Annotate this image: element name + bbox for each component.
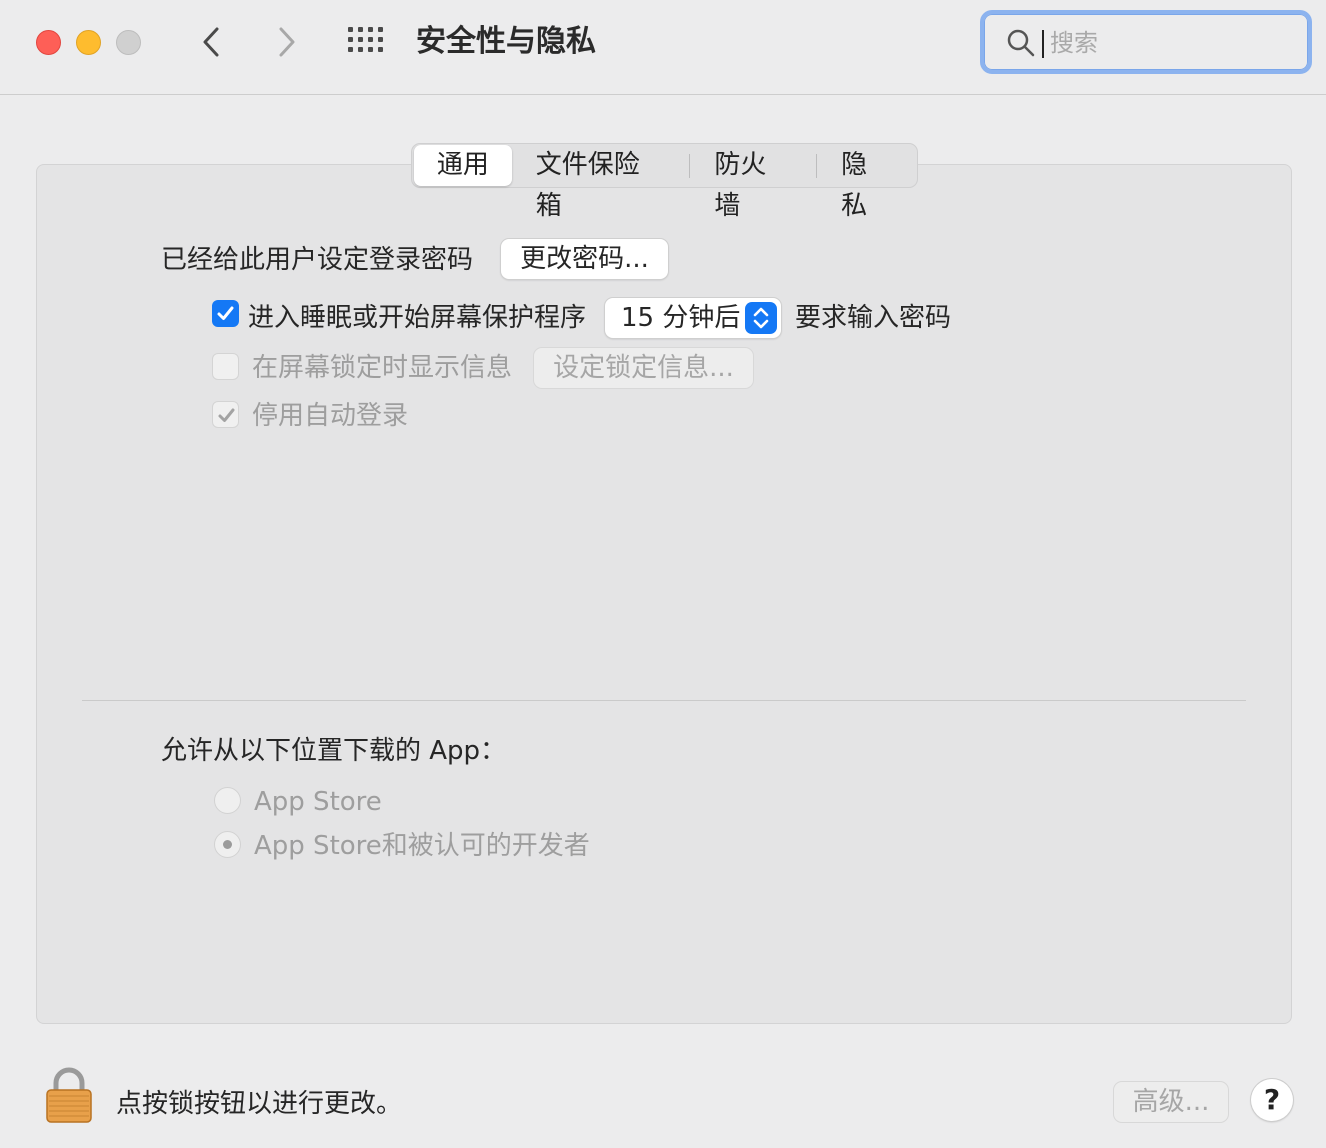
close-window-button[interactable] <box>36 30 61 55</box>
radio-app-store-label: App Store <box>254 787 382 817</box>
help-button[interactable]: ? <box>1251 1079 1293 1121</box>
radio-selected-dot <box>223 840 232 849</box>
search-field[interactable] <box>980 10 1312 74</box>
search-input[interactable] <box>1048 26 1288 60</box>
back-button[interactable] <box>192 22 232 62</box>
password-delay-popup[interactable]: 15 分钟后 <box>605 298 781 338</box>
tab-bar: 通用 文件保险箱 防火墙 隐私 <box>411 143 918 221</box>
show-message-checkbox[interactable] <box>212 353 239 380</box>
show-all-grid-button[interactable] <box>348 27 388 57</box>
title-bar: 安全性与隐私 <box>0 0 1326 95</box>
text-caret <box>1042 30 1044 58</box>
window-title: 安全性与隐私 <box>416 24 596 59</box>
set-lock-message-button[interactable]: 设定锁定信息... <box>534 348 753 388</box>
checkmark-icon <box>217 306 234 320</box>
checkmark-icon <box>218 408 235 422</box>
download-heading: 允许从以下位置下载的 App： <box>161 736 507 766</box>
zoom-window-button[interactable] <box>116 30 141 55</box>
radio-app-store[interactable] <box>214 787 241 814</box>
chevron-left-icon <box>203 27 219 57</box>
forward-button[interactable] <box>266 22 306 62</box>
radio-app-store-identified[interactable] <box>214 831 241 858</box>
disable-auto-login-checkbox[interactable] <box>212 401 239 428</box>
chevron-right-icon <box>279 27 295 57</box>
password-delay-value: 15 分钟后 <box>621 303 741 333</box>
change-password-button[interactable]: 更改密码... <box>501 239 668 279</box>
show-message-label: 在屏幕锁定时显示信息 <box>252 353 513 383</box>
tab-filevault[interactable]: 文件保险箱 <box>512 145 690 221</box>
section-divider <box>82 700 1246 701</box>
tab-firewall[interactable]: 防火墙 <box>690 145 816 221</box>
require-password-label: 进入睡眠或开始屏幕保护程序 <box>248 303 587 333</box>
tab-general[interactable]: 通用 <box>414 145 512 186</box>
lock-hint-text: 点按锁按钮以进行更改。 <box>116 1089 403 1119</box>
disable-auto-login-label: 停用自动登录 <box>252 401 409 431</box>
radio-app-store-identified-label: App Store和被认可的开发者 <box>254 831 590 861</box>
search-icon <box>1007 29 1035 57</box>
advanced-button[interactable]: 高级... <box>1114 1082 1228 1122</box>
updown-arrows-icon <box>745 302 777 334</box>
tab-privacy[interactable]: 隐私 <box>817 145 917 221</box>
content-panel <box>36 164 1292 1024</box>
password-set-label: 已经给此用户设定登录密码 <box>161 245 474 275</box>
require-password-checkbox[interactable] <box>212 300 239 327</box>
minimize-window-button[interactable] <box>76 30 101 55</box>
lock-icon[interactable] <box>44 1066 94 1124</box>
require-password-suffix: 要求输入密码 <box>795 303 952 333</box>
